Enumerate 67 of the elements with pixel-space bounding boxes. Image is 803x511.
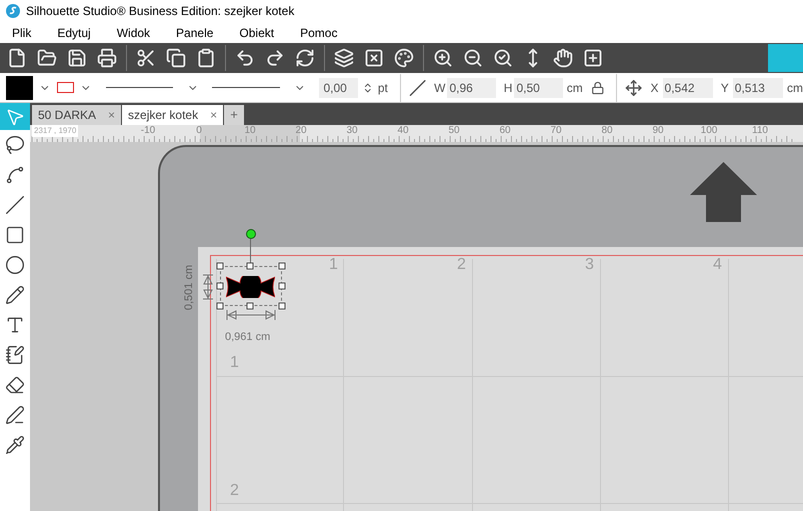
ruler-label: 50 [448,125,460,137]
cursor-position: 2317 , 1970 [32,125,78,137]
width-field[interactable]: 0,96 [447,78,496,98]
column-number: 3 [585,255,594,275]
resize-handle[interactable] [216,282,224,290]
ruler-label: 80 [601,125,613,137]
height-dimension-icon [202,274,214,300]
y-label: Y [720,80,729,96]
resize-handle[interactable] [246,302,254,310]
document-tab[interactable]: szejker kotek × [122,105,224,125]
width-dimension-label: 0,961 cm [225,330,270,345]
height-dimension-label: 0,501 cm [183,264,196,310]
x-label: X [650,80,659,96]
resize-handle[interactable] [216,302,224,310]
unit-label: cm [787,80,803,96]
height-field[interactable]: 0,50 [514,78,563,98]
ruler-label: 10 [244,125,256,137]
candy-shape[interactable] [226,276,275,298]
ruler-label: 20 [295,125,307,137]
menu-item[interactable]: Panele [176,24,214,42]
column-number: 1 [329,255,338,275]
ruler-label: 40 [397,125,409,137]
document-tab[interactable]: 50 DARKA × [32,105,122,125]
ruler-label: 70 [550,125,562,137]
new-tab-button[interactable]: + [224,105,244,125]
menu-item[interactable]: Pomoc [300,24,338,42]
ruler-label: 0 [196,125,202,137]
fill-color-swatch[interactable] [6,76,33,100]
tab-close-button[interactable]: × [210,106,218,124]
unit-label: pt [378,80,388,96]
rotation-handle[interactable] [246,229,256,239]
panel-toggle[interactable] [768,44,803,72]
lock-icon[interactable] [590,80,604,94]
line-icon [408,78,426,96]
tab-label: szejker kotek [128,107,198,124]
ruler-label: -10 [140,125,156,137]
row-number: 1 [230,353,239,373]
menu-item[interactable]: Obiekt [239,24,274,42]
ruler-label: 60 [499,125,511,137]
line-color-swatch[interactable] [56,82,74,93]
resize-handle[interactable] [246,262,254,270]
ruler-label: 90 [652,125,664,137]
ruler-label: 110 [752,125,768,137]
resize-handle[interactable] [278,302,286,310]
menu-item[interactable]: Plik [12,24,32,42]
width-dimension-icon [226,309,276,321]
menu-item[interactable]: Widok [116,24,150,42]
resize-handle[interactable] [278,262,286,270]
height-label: H [504,80,512,96]
width-label: W [434,80,446,96]
up-arrow-icon [690,162,757,222]
ruler-label: 100 [700,125,718,137]
unit-label: cm [566,80,583,96]
ruler-label: 30 [346,125,358,137]
window-title: Silhouette Studio® Business Edition: szejker kotek [26,3,294,20]
x-field[interactable]: 0,542 [662,78,713,98]
app-logo-icon [6,4,20,18]
column-number: 4 [713,255,722,275]
move-icon [625,78,643,96]
y-field[interactable]: 0,513 [732,78,784,98]
menu-item[interactable]: Edytuj [57,24,91,42]
column-number: 2 [457,255,466,275]
tab-label: 50 DARKA [38,107,96,124]
row-number: 2 [230,481,239,501]
line-width-field[interactable]: 0,00 [319,78,358,98]
resize-handle[interactable] [216,262,224,270]
resize-handle[interactable] [278,282,286,290]
